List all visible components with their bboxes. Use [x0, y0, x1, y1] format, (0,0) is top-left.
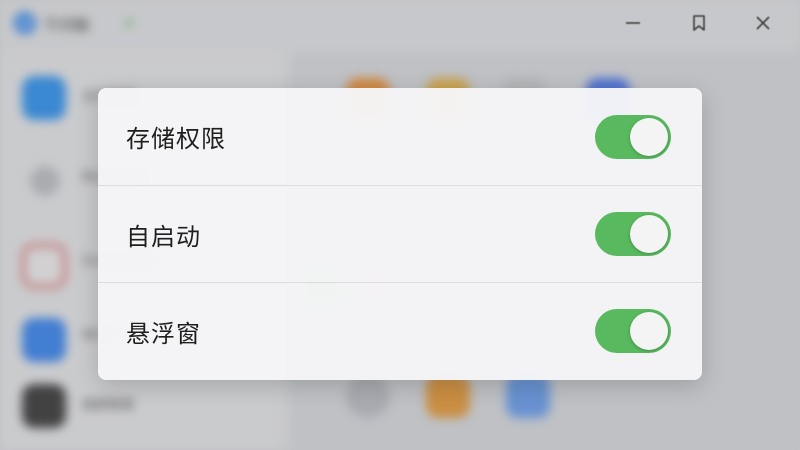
toggle-knob — [630, 312, 668, 350]
permission-label: 自启动 — [126, 222, 201, 251]
toggle-knob — [630, 215, 668, 253]
floating-window-permission-toggle[interactable] — [595, 309, 671, 353]
permissions-dialog: 存储权限 自启动 悬浮窗 — [98, 88, 702, 380]
permission-row-floating-window: 悬浮窗 — [98, 282, 702, 379]
permission-label: 存储权限 — [126, 125, 226, 153]
storage-permission-toggle[interactable] — [595, 114, 671, 159]
permission-row-autostart: 自启动 — [98, 185, 702, 282]
permission-label: 悬浮窗 — [126, 319, 201, 348]
toggle-knob — [630, 117, 668, 156]
autostart-permission-toggle[interactable] — [595, 212, 671, 256]
permission-row-storage: 存储权限 — [98, 88, 702, 185]
